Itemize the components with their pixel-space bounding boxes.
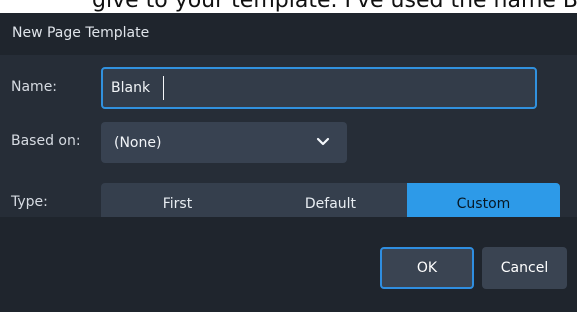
- chevron-down-icon: [316, 134, 330, 148]
- dialog-footer: OK Cancel: [0, 217, 577, 312]
- new-page-template-dialog: New Page Template Name: Based on: (None)…: [0, 13, 577, 312]
- based-on-select[interactable]: (None): [101, 122, 347, 163]
- template-name-input[interactable]: [101, 67, 537, 109]
- name-label: Name:: [11, 79, 58, 95]
- text-cursor: [163, 76, 164, 100]
- background-instruction-text: give to your template. I've used the nam…: [92, 0, 577, 13]
- ok-button[interactable]: OK: [380, 247, 474, 289]
- based-on-label: Based on:: [11, 133, 81, 149]
- cancel-button[interactable]: Cancel: [482, 247, 567, 289]
- dialog-content: Name: Based on: (None) Type: First Defau…: [0, 55, 577, 225]
- dialog-titlebar: New Page Template: [0, 13, 577, 56]
- dialog-title: New Page Template: [12, 25, 150, 41]
- type-label: Type:: [11, 194, 48, 210]
- based-on-selected-value: (None): [114, 134, 162, 151]
